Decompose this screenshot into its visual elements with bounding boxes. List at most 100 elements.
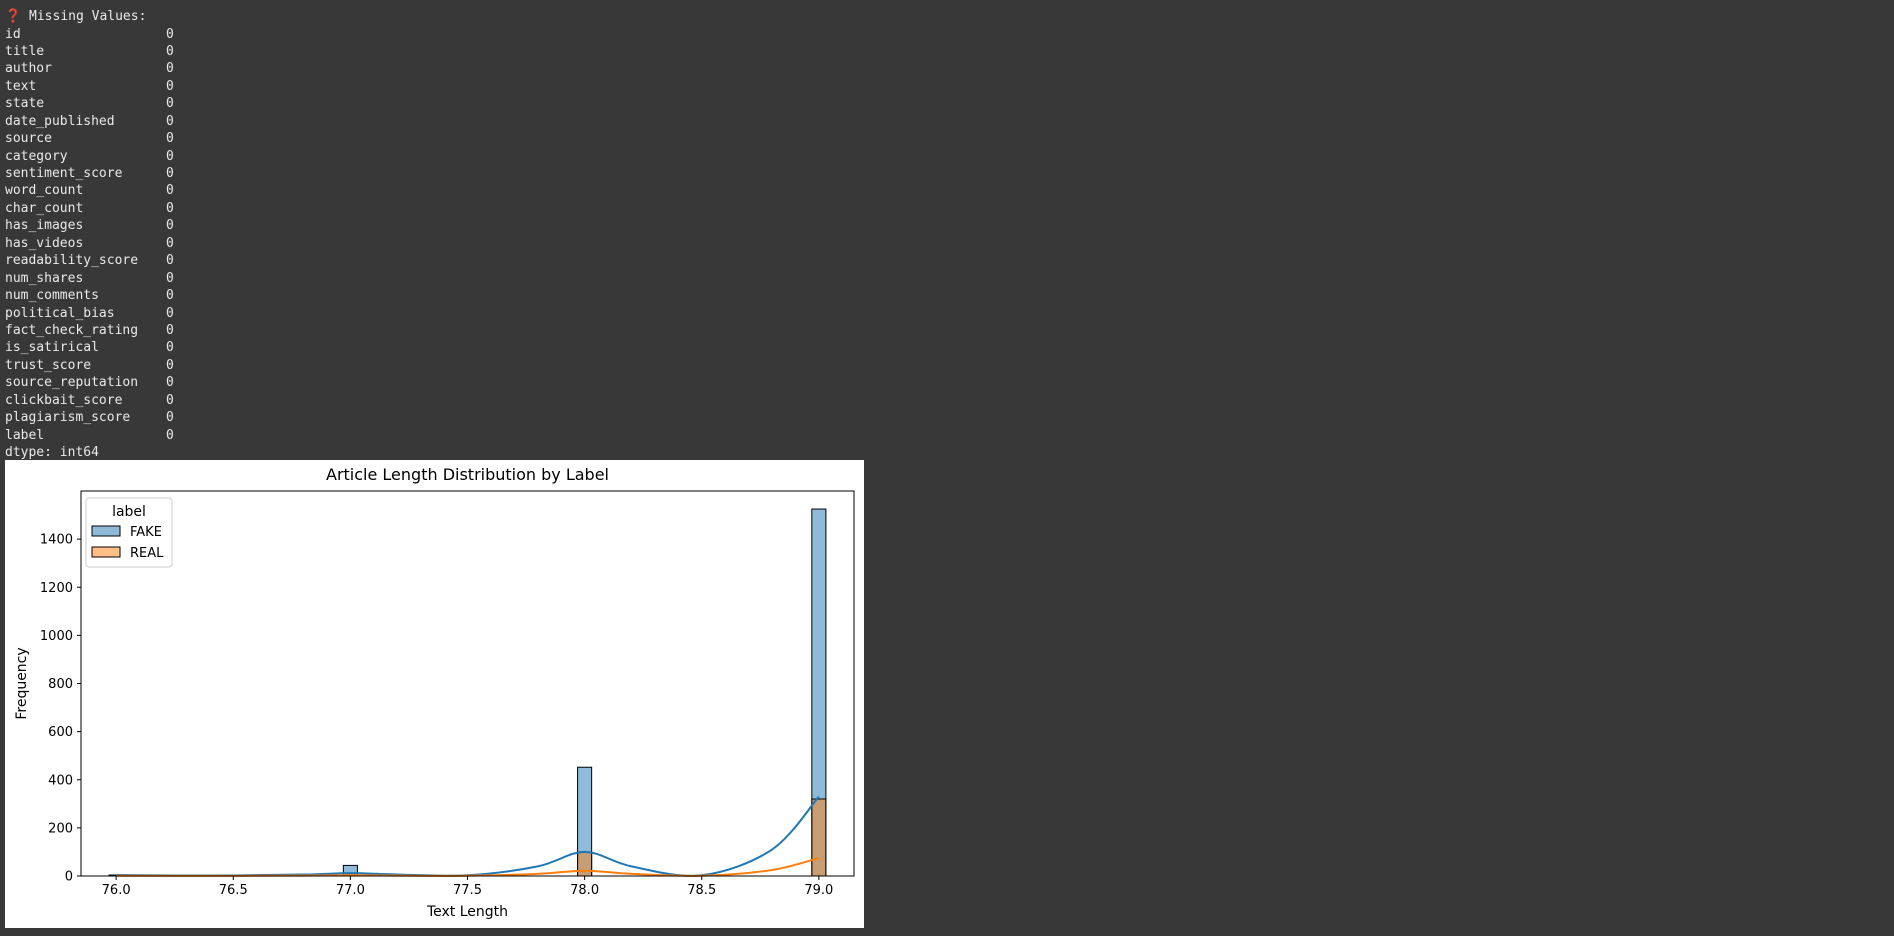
missing-values-row: id 0 [5, 26, 205, 43]
dtype-line: dtype: int64 [5, 445, 99, 460]
column-name: word_count [5, 183, 84, 199]
missing-values-row: state 0 [5, 95, 205, 112]
column-name: readability_score [5, 253, 139, 269]
missing-values-row: readability_score 0 [5, 252, 205, 269]
column-name: clickbait_score [5, 392, 123, 408]
legend-label-real: REAL [130, 546, 164, 561]
column-name: state [5, 96, 45, 112]
missing-values-row: source_reputation 0 [5, 374, 205, 391]
missing-count: 0 [166, 200, 174, 216]
x-tick-label: 79.0 [804, 883, 833, 898]
missing-values-heading-line: ❓ Missing Values: [5, 8, 205, 26]
column-name: political_bias [5, 305, 115, 321]
missing-count: 0 [166, 392, 174, 408]
y-tick-label: 400 [48, 773, 73, 788]
chart-title: Article Length Distribution by Label [326, 465, 609, 484]
column-name: is_satirical [5, 340, 99, 356]
column-name: text [5, 78, 37, 94]
histogram-chart: Article Length Distribution by Label 76.0… [14, 465, 855, 920]
y-tick-label: 0 [65, 870, 73, 885]
missing-values-row: date_published 0 [5, 113, 205, 130]
column-name: plagiarism_score [5, 410, 131, 426]
missing-count: 0 [166, 183, 174, 199]
missing-values-row: sentiment_score 0 [5, 165, 205, 182]
missing-count: 0 [166, 340, 174, 356]
missing-count: 0 [166, 61, 174, 77]
missing-values-row: trust_score 0 [5, 357, 205, 374]
missing-values-row: is_satirical 0 [5, 339, 205, 356]
y-tick-label: 1000 [40, 629, 73, 644]
missing-count: 0 [166, 166, 174, 181]
legend-title: label [112, 504, 146, 520]
missing-values-row: num_comments 0 [5, 287, 205, 304]
column-name: trust_score [5, 357, 92, 373]
missing-count: 0 [166, 235, 174, 251]
plot-frame [80, 490, 855, 877]
question-mark-icon: ❓ [5, 9, 22, 24]
x-tick-label: 78.0 [570, 883, 599, 898]
missing-values-row: num_shares 0 [5, 270, 205, 287]
missing-values-row: plagiarism_score 0 [5, 409, 205, 426]
y-tick-label: 800 [48, 677, 73, 692]
missing-count: 0 [166, 26, 174, 42]
missing-count: 0 [166, 43, 174, 59]
missing-count: 0 [166, 253, 174, 269]
missing-values-row: has_images 0 [5, 217, 205, 234]
missing-values-row: title 0 [5, 43, 205, 60]
missing-count: 0 [166, 131, 174, 147]
column-name: date_published [5, 113, 115, 129]
x-tick-label: 77.0 [336, 883, 365, 898]
legend-label-fake: FAKE [130, 525, 162, 540]
missing-values-output: ❓ Missing Values: id 0 title 0 author 0 text 0 s… [5, 8, 205, 461]
column-name: label [5, 427, 45, 443]
x-tick-label: 76.5 [219, 883, 248, 898]
column-name: author [5, 61, 52, 77]
missing-count: 0 [166, 410, 174, 426]
column-name: category [5, 148, 68, 164]
missing-count: 0 [166, 113, 174, 129]
y-tick-label: 600 [48, 725, 73, 740]
missing-count: 0 [166, 96, 174, 112]
histogram-bar-real [811, 798, 827, 877]
column-name: source_reputation [5, 375, 139, 391]
missing-values-row: word_count 0 [5, 182, 205, 199]
column-name: sentiment_score [5, 166, 123, 181]
column-name: fact_check_rating [5, 322, 139, 338]
legend-swatch-fake [91, 525, 121, 537]
y-axis-label: Frequency [14, 647, 30, 719]
column-name: num_shares [5, 270, 84, 286]
x-axis-label: Text Length [426, 904, 508, 920]
missing-count: 0 [166, 270, 174, 286]
missing-count: 0 [166, 78, 174, 94]
x-tick-label: 77.5 [453, 883, 482, 898]
column-name: has_images [5, 218, 84, 234]
missing-count: 0 [166, 427, 174, 443]
column-name: id [5, 26, 21, 42]
missing-values-row: source 0 [5, 130, 205, 147]
missing-values-row: has_videos 0 [5, 235, 205, 252]
missing-count: 0 [166, 375, 174, 391]
missing-values-row: category 0 [5, 148, 205, 165]
missing-count: 0 [166, 218, 174, 234]
missing-values-row: author 0 [5, 60, 205, 77]
y-tick-label: 1200 [40, 581, 73, 596]
missing-values-row: label 0 [5, 427, 205, 444]
x-tick-label: 76.0 [102, 883, 131, 898]
kde-line-fake [116, 795, 820, 877]
x-tick-label: 78.5 [687, 883, 716, 898]
missing-values-row: clickbait_score 0 [5, 392, 205, 409]
y-tick-label: 1400 [40, 533, 73, 548]
column-name: title [5, 43, 45, 59]
legend-swatch-real [91, 546, 121, 558]
column-name: has_videos [5, 235, 84, 251]
missing-count: 0 [166, 357, 174, 373]
y-tick-label: 200 [48, 821, 73, 836]
missing-values-row: char_count 0 [5, 200, 205, 217]
missing-values-row: fact_check_rating 0 [5, 322, 205, 339]
missing-values-heading: Missing Values: [29, 9, 147, 24]
missing-count: 0 [166, 288, 174, 304]
missing-count: 0 [166, 305, 174, 321]
histogram-bar-real [577, 851, 593, 877]
missing-count: 0 [166, 322, 174, 338]
column-name: source [5, 131, 52, 147]
